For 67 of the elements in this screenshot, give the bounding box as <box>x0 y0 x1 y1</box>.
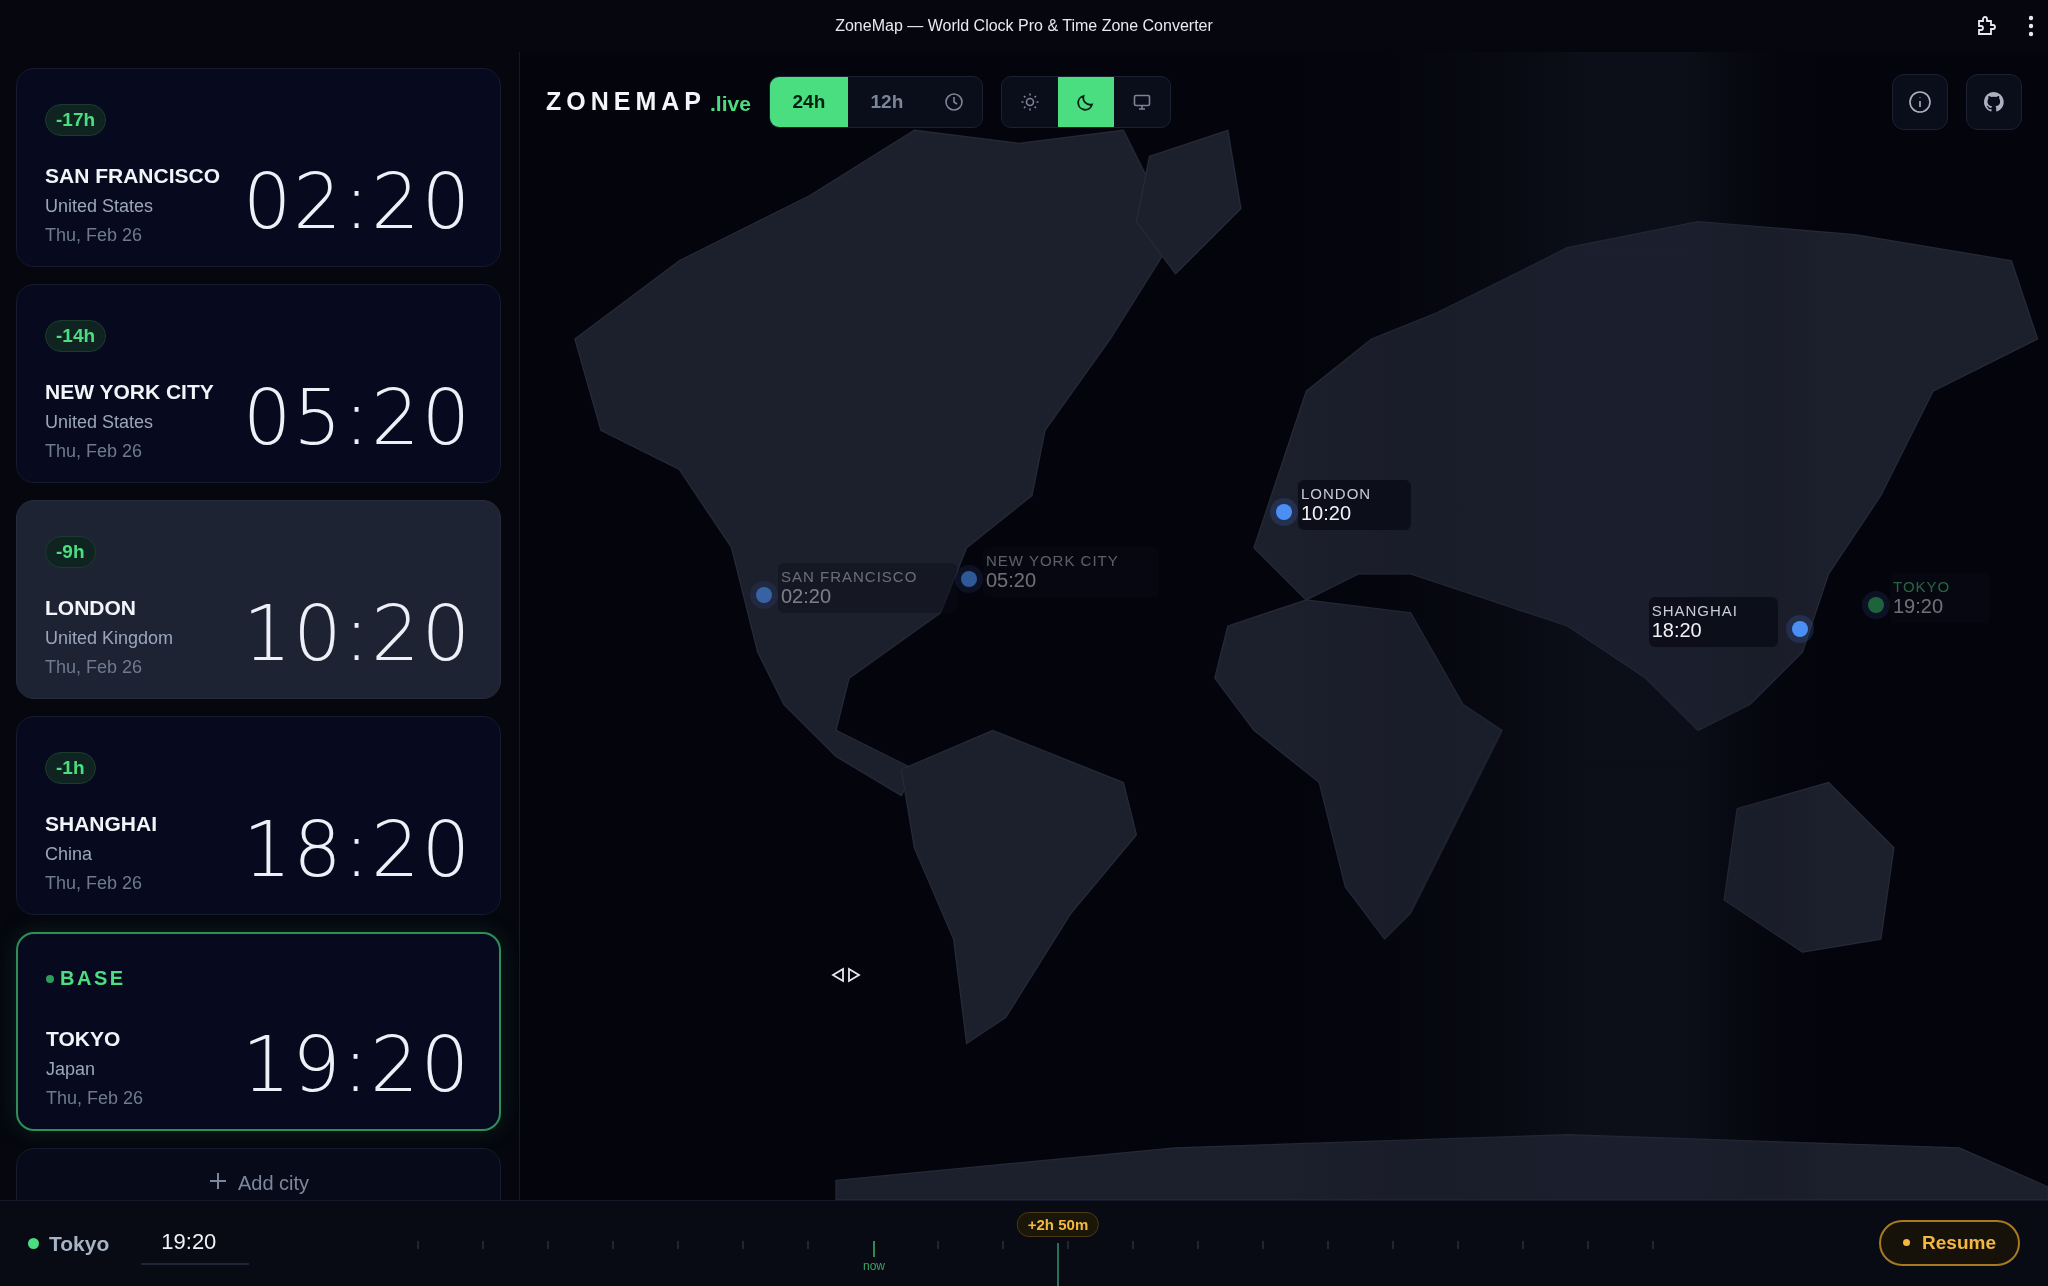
offset-badge: -1h <box>45 751 96 784</box>
offset-badge: -17h <box>45 103 107 136</box>
city-card[interactable]: -14h NEW YORK CITY United States Thu, Feb 26 05:20 <box>16 283 501 483</box>
plus-icon <box>207 1170 228 1191</box>
add-city-button[interactable]: Add city <box>16 1147 501 1200</box>
city-name: SHANGHAI <box>45 811 157 836</box>
pin-city-name: SAN FRANCISCO <box>781 567 918 585</box>
map-pin[interactable] <box>961 570 977 587</box>
city-card[interactable]: BASE TOKYO Japan Thu, Feb 26 19:20 <box>16 931 501 1131</box>
city-time: 02:20 <box>242 163 472 240</box>
base-city-label: Tokyo <box>49 1231 110 1256</box>
toggle-button[interactable] <box>1057 76 1114 127</box>
city-name: SAN FRANCISCO <box>45 163 220 188</box>
offset-badge: -14h <box>45 319 107 352</box>
pin-time: 02:20 <box>781 584 833 608</box>
drag-arrows-icon[interactable] <box>831 966 861 983</box>
clock-icon <box>943 91 964 112</box>
cat-silhouette-icon <box>1982 89 2006 114</box>
city-card[interactable]: -9h LONDON United Kingdom Thu, Feb 26 10:20 <box>16 499 501 699</box>
city-time: 19:20 <box>241 1026 471 1103</box>
country-name: United States <box>45 195 155 217</box>
city-date: Thu, Feb 26 <box>45 440 144 462</box>
map-pin[interactable] <box>756 586 772 603</box>
pin-city-name: TOKYO <box>1893 577 1951 595</box>
app-logo: ZONEMAP <box>546 87 706 117</box>
pin-time: 18:20 <box>1651 618 1703 642</box>
now-label: now <box>863 1258 885 1273</box>
pin-time: 05:20 <box>986 568 1038 592</box>
logo-suffix: .live <box>710 90 751 116</box>
status-dot <box>46 974 54 983</box>
offset-badge: -9h <box>45 535 96 568</box>
city-time: 10:20 <box>242 595 472 672</box>
now-tick <box>873 1240 875 1257</box>
format-tab[interactable]: 12h <box>847 76 926 127</box>
pin-city-name: NEW YORK CITY <box>986 551 1119 569</box>
city-date: Thu, Feb 26 <box>45 656 144 678</box>
time-input[interactable]: 19:20 <box>141 1222 250 1265</box>
country-name: Japan <box>46 1058 97 1080</box>
country-name: China <box>45 843 94 865</box>
repository-button[interactable] <box>1966 73 2022 130</box>
sun-icon <box>1019 91 1040 112</box>
city-card[interactable]: -17h SAN FRANCISCO United States Thu, Feb 26 02:20 <box>16 67 501 267</box>
more-menu-icon[interactable] <box>2028 15 2034 37</box>
city-date: Thu, Feb 26 <box>45 224 144 246</box>
pin-time: 19:20 <box>1893 594 1945 618</box>
info-button[interactable] <box>1892 73 1948 130</box>
offset-badge: +2h 50m <box>1016 1211 1100 1237</box>
base-label: BASE <box>60 966 126 990</box>
pin-time: 10:20 <box>1301 501 1353 525</box>
info-icon <box>1908 89 1932 114</box>
window-title: ZoneMap — World Clock Pro & Time Zone Converter <box>835 16 1213 35</box>
format-tab[interactable]: 24h <box>769 76 848 127</box>
city-name: NEW YORK CITY <box>45 379 214 404</box>
city-date: Thu, Feb 26 <box>45 872 144 894</box>
city-time: 05:20 <box>242 379 472 456</box>
city-date: Thu, Feb 26 <box>46 1087 144 1109</box>
city-card[interactable]: -1h SHANGHAI China Thu, Feb 26 18:20 <box>16 715 501 915</box>
pin-city-name: SHANGHAI <box>1651 601 1738 619</box>
city-name: LONDON <box>45 595 137 620</box>
country-name: United States <box>45 411 155 433</box>
status-dot <box>28 1238 39 1250</box>
pin-city-name: LONDON <box>1301 484 1372 502</box>
resume-button[interactable]: Resume <box>1879 1219 2020 1266</box>
city-name: TOKYO <box>46 1026 122 1051</box>
city-time: 18:20 <box>242 811 472 888</box>
country-name: United Kingdom <box>45 627 174 649</box>
map-pin[interactable] <box>1868 596 1884 613</box>
